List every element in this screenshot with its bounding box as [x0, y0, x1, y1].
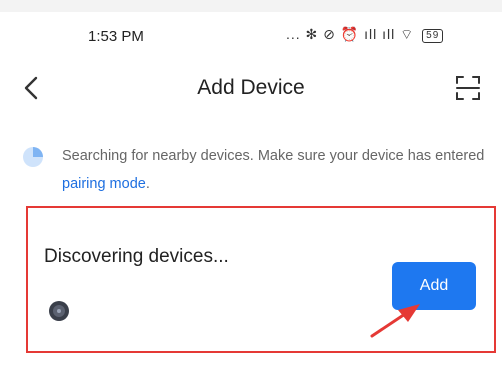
discovery-card: Discovering devices... Add — [26, 206, 496, 353]
status-bar: 1:53 PM ... ✻ ⊘ ⏰ ıll ıll ⌔ 59 — [0, 26, 502, 50]
scan-button[interactable] — [454, 74, 482, 102]
status-icons: ... ✻ ⊘ ⏰ ıll ıll ⌔ 59 — [286, 26, 444, 44]
nav-bar: Add Device — [0, 68, 502, 108]
pairing-mode-link[interactable]: pairing mode — [62, 176, 146, 192]
searching-spinner-icon — [23, 147, 43, 167]
pointer-arrow-annotation — [370, 304, 420, 338]
scan-icon — [456, 76, 480, 100]
page-title: Add Device — [197, 76, 305, 99]
battery-icon: 59 — [422, 29, 444, 43]
notice-text: Searching for nearby devices. Make sure … — [62, 142, 502, 198]
top-strip — [0, 0, 502, 12]
notice-body: Searching for nearby devices. Make sure … — [62, 148, 485, 164]
status-icons-glyphs: ... ✻ ⊘ ⏰ ıll ıll ⌔ — [286, 26, 415, 42]
device-icon — [49, 301, 69, 321]
status-time: 1:53 PM — [88, 28, 144, 45]
discovery-title: Discovering devices... — [44, 246, 229, 267]
notice-suffix: . — [145, 176, 150, 192]
